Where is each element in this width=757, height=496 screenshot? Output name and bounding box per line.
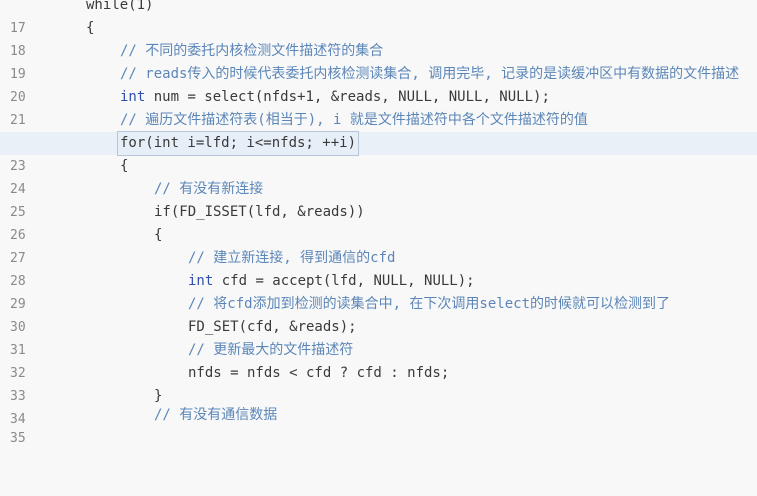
code-line[interactable]: 18 { — [0, 17, 757, 59]
line-number: 35 — [10, 431, 26, 446]
code-rest: num = select(nfds+1, &reads, NULL, NULL,… — [145, 89, 550, 105]
code-text-selected[interactable]: for(int i=lfd; i<=nfds; ++i) — [116, 131, 360, 156]
code-text[interactable]: int cfd = accept(lfd, NULL, NULL); — [188, 270, 475, 293]
code-text[interactable]: while(1) — [86, 0, 153, 17]
comment-text[interactable]: // 有没有新连接 — [154, 178, 263, 201]
code-text[interactable]: FD_SET(cfd, &reads); — [188, 316, 357, 339]
code-text[interactable]: { — [120, 155, 128, 178]
code-line[interactable]: 26 if(FD_ISSET(lfd, &reads)) — [0, 201, 757, 243]
code-line[interactable]: 31 FD_SET(cfd, &reads); — [0, 316, 757, 358]
code-line[interactable]: 25 // 有没有新连接 — [0, 178, 757, 220]
code-line[interactable]: 22 // 遍历文件描述符表(相当于), i 就是文件描述符中各个文件描述符的值 — [0, 109, 757, 151]
comment-text[interactable]: // 将cfd添加到检测的读集合中, 在下次调用select的时候就可以检测到了 — [188, 293, 670, 316]
code-rest: cfd = accept(lfd, NULL, NULL); — [213, 273, 475, 289]
code-line[interactable]: 30 // 将cfd添加到检测的读集合中, 在下次调用select的时候就可以检… — [0, 293, 757, 335]
code-line[interactable]: 17 while(1) — [0, 0, 757, 36]
code-text[interactable]: { — [154, 224, 162, 247]
code-line[interactable]: 29 int cfd = accept(lfd, NULL, NULL); — [0, 270, 757, 312]
keyword-int: int — [188, 273, 214, 289]
code-line[interactable]: 28 // 建立新连接, 得到通信的cfd — [0, 247, 757, 289]
code-line[interactable]: 27 { — [0, 224, 757, 266]
comment-text[interactable]: // 更新最大的文件描述符 — [188, 339, 353, 362]
comment-text[interactable]: // 不同的委托内核检测文件描述符的集合 — [120, 40, 383, 63]
code-line[interactable]: 20 // reads传入的时候代表委托内核检测读集合, 调用完毕, 记录的是读… — [0, 63, 757, 105]
comment-text[interactable]: // reads传入的时候代表委托内核检测读集合, 调用完毕, 记录的是读缓冲区… — [120, 63, 739, 86]
code-text[interactable]: int num = select(nfds+1, &reads, NULL, N… — [120, 86, 550, 109]
code-line[interactable]: 19 // 不同的委托内核检测文件描述符的集合 — [0, 40, 757, 82]
comment-text[interactable]: // 遍历文件描述符表(相当于), i 就是文件描述符中各个文件描述符的值 — [120, 109, 588, 132]
code-line[interactable]: 33 nfds = nfds < cfd ? cfd : nfds; — [0, 362, 757, 404]
code-text[interactable]: if(FD_ISSET(lfd, &reads)) — [154, 201, 365, 224]
code-line[interactable]: 21 int num = select(nfds+1, &reads, NULL… — [0, 86, 757, 128]
code-line[interactable]: 35 // 有没有通信数据 — [0, 404, 757, 446]
comment-text[interactable]: // 有没有通信数据 — [154, 404, 277, 427]
code-line-current[interactable]: 23 for(int i=lfd; i<=nfds; ++i) — [0, 131, 757, 174]
code-line[interactable]: 24 { — [0, 155, 757, 197]
comment-text[interactable]: // 建立新连接, 得到通信的cfd — [188, 247, 395, 270]
code-text[interactable]: { — [86, 17, 94, 40]
code-editor[interactable]: 17 while(1) 18 { 19 // 不同的委托内核检测文件描述符的集合… — [0, 0, 757, 446]
code-line[interactable]: 32 // 更新最大的文件描述符 — [0, 339, 757, 381]
code-text[interactable]: nfds = nfds < cfd ? cfd : nfds; — [188, 362, 449, 385]
keyword-int: int — [120, 89, 146, 105]
